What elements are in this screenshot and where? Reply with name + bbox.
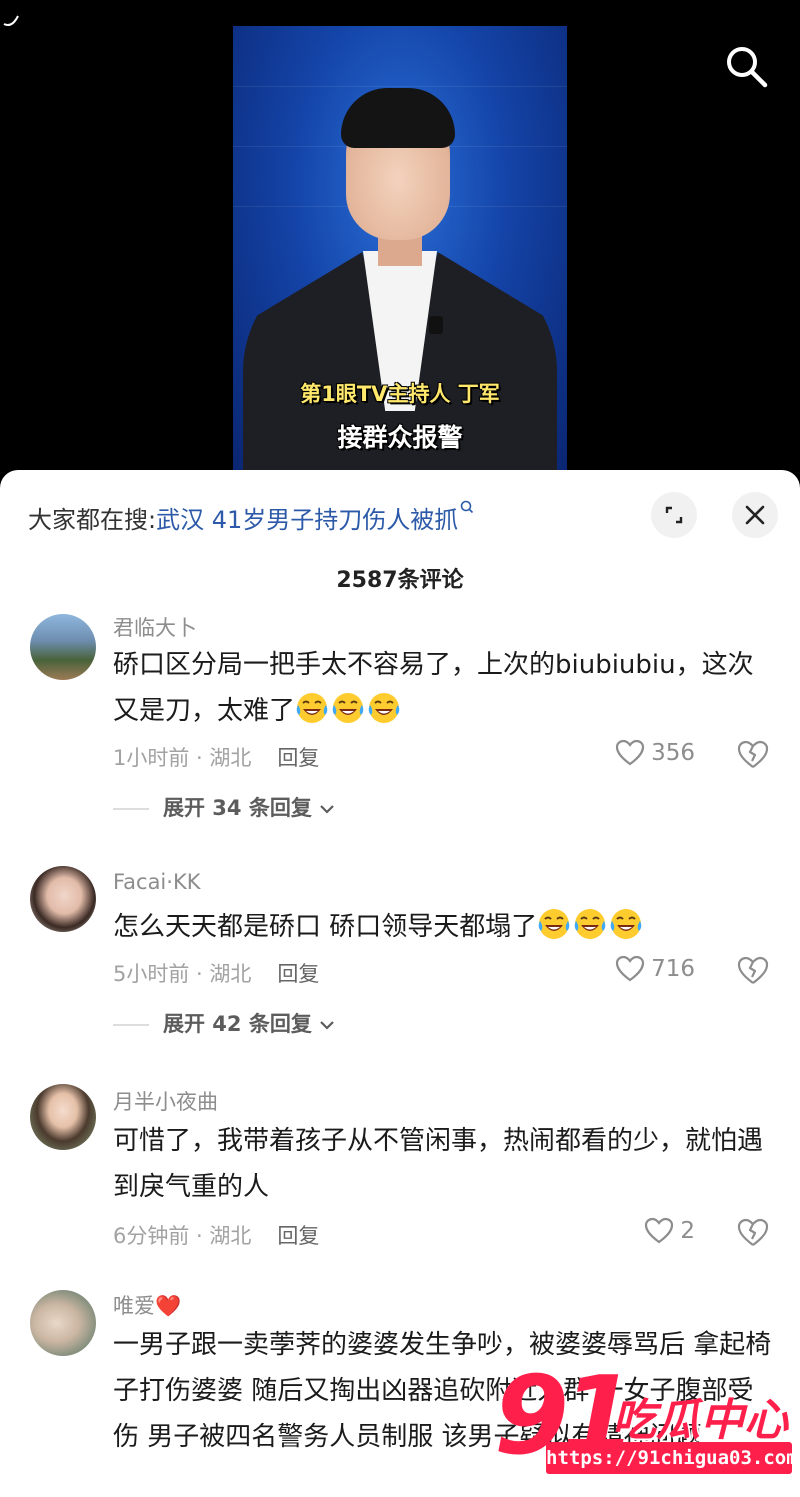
close-icon: [745, 505, 765, 525]
video-caption-main: 接群众报警: [337, 423, 463, 452]
laughing-crying-emoji: [332, 693, 364, 723]
expand-replies[interactable]: 展开 34 条回复: [113, 792, 335, 822]
like-count: 2: [680, 1218, 695, 1244]
emoji-row: [295, 693, 403, 726]
close-button[interactable]: [732, 492, 778, 538]
trending-search-prefix: 大家都在搜:: [28, 506, 157, 534]
trending-search[interactable]: 大家都在搜:武汉 41岁男子持刀伤人被抓: [28, 500, 474, 535]
comment-time-location: 5小时前 · 湖北: [113, 962, 252, 986]
reply-button[interactable]: 回复: [277, 962, 319, 986]
comment-meta: 5小时前 · 湖北 回复: [113, 958, 319, 988]
back-arrow-icon[interactable]: [0, 10, 24, 32]
laughing-crying-emoji: [574, 909, 606, 939]
heart-icon: [615, 955, 645, 982]
emoji-row: [537, 909, 645, 942]
video-caption-host: 第1眼TV主持人 丁军: [300, 382, 500, 406]
avatar[interactable]: [30, 1290, 96, 1356]
like-count: 356: [651, 740, 695, 766]
comment-sheet: 大家都在搜:武汉 41岁男子持刀伤人被抓 2587条评论 君临大卜 硚口区分局一…: [0, 470, 800, 1497]
comment-text[interactable]: 可惜了，我带着孩子从不管闲事，热闹都看的少，就怕遇到戾气重的人: [113, 1118, 773, 1210]
comment-username[interactable]: Facai·KK: [113, 870, 201, 894]
comment-username[interactable]: 唯爱❤️: [113, 1290, 181, 1320]
search-icon: [460, 500, 474, 514]
comment-meta: 1小时前 · 湖北 回复: [113, 742, 319, 772]
like-button[interactable]: 356: [615, 739, 695, 767]
comment-time-location: 6分钟前 · 湖北: [113, 1224, 252, 1248]
watermark-url: https://91chigua03.com: [546, 1442, 798, 1474]
comment-text[interactable]: 硚口区分局一把手太不容易了，上次的biubiubiu，这次又是刀，太难了: [113, 642, 773, 734]
comment-text[interactable]: 怎么天天都是硚口 硚口领导天都塌了: [113, 904, 773, 950]
laughing-crying-emoji: [296, 693, 328, 723]
comment-username[interactable]: 月半小夜曲: [113, 1086, 218, 1116]
comment-item: 君临大卜 硚口区分局一把手太不容易了，上次的biubiubiu，这次又是刀，太难…: [0, 610, 800, 820]
reply-button[interactable]: 回复: [277, 746, 319, 770]
heart-icon: [645, 1217, 674, 1244]
video-frame: 第1眼TV主持人 丁军 接群众报警: [233, 26, 567, 480]
avatar[interactable]: [30, 866, 96, 932]
laughing-crying-emoji: [538, 909, 570, 939]
avatar[interactable]: [30, 1084, 96, 1150]
search-icon[interactable]: [722, 42, 770, 90]
comment-username[interactable]: 君临大卜: [113, 612, 197, 642]
comment-meta: 6分钟前 · 湖北 回复: [113, 1220, 319, 1250]
laughing-crying-emoji: [610, 909, 642, 939]
broken-heart-icon[interactable]: [736, 955, 770, 987]
chevron-down-icon: [320, 1021, 334, 1030]
trending-search-link[interactable]: 武汉 41岁男子持刀伤人被抓: [156, 506, 458, 534]
divider: [113, 1024, 149, 1026]
chevron-down-icon: [320, 805, 334, 814]
expand-icon: [665, 506, 683, 524]
broken-heart-icon[interactable]: [736, 739, 770, 771]
laughing-crying-emoji: [368, 693, 400, 723]
reply-button[interactable]: 回复: [277, 1224, 319, 1248]
site-watermark: 91 吃瓜中心 https://91chigua03.com: [494, 1354, 800, 1490]
heart-icon: [615, 739, 645, 766]
comment-count: 2587条评论: [336, 568, 464, 593]
expand-button[interactable]: [651, 492, 697, 538]
comment-item: Facai·KK 怎么天天都是硚口 硚口领导天都塌了 5小时前 · 湖北 回复 7…: [0, 866, 800, 1038]
expand-replies[interactable]: 展开 42 条回复: [113, 1008, 335, 1038]
watermark-text: 吃瓜中心: [612, 1395, 788, 1446]
like-count: 716: [651, 956, 695, 982]
like-button[interactable]: 716: [615, 955, 695, 983]
comment-time-location: 1小时前 · 湖北: [113, 746, 252, 770]
broken-heart-icon[interactable]: [736, 1217, 770, 1249]
divider: [113, 808, 149, 810]
avatar[interactable]: [30, 614, 96, 680]
lapel-mic: [429, 316, 443, 334]
video-player[interactable]: 第1眼TV主持人 丁军 接群众报警: [0, 0, 800, 480]
comment-item: 月半小夜曲 可惜了，我带着孩子从不管闲事，热闹都看的少，就怕遇到戾气重的人 6分…: [0, 1084, 800, 1254]
like-button[interactable]: 2: [644, 1217, 695, 1245]
